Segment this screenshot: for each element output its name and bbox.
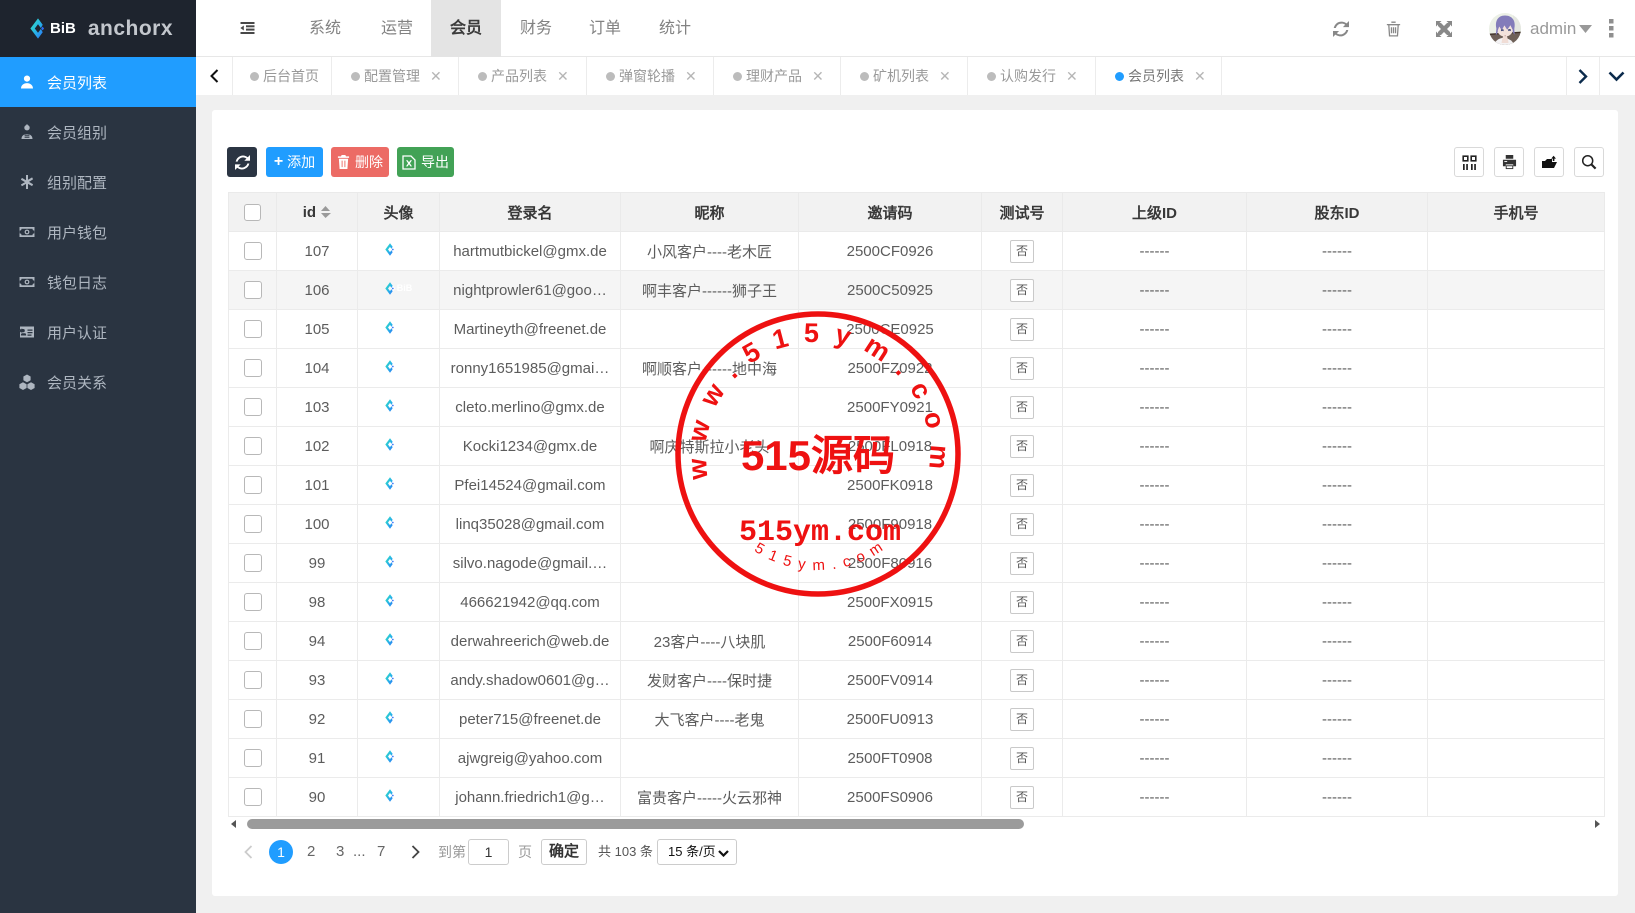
svg-text:515ym.com: 515ym.com — [739, 516, 901, 550]
svg-text:515源码: 515源码 — [741, 432, 895, 479]
